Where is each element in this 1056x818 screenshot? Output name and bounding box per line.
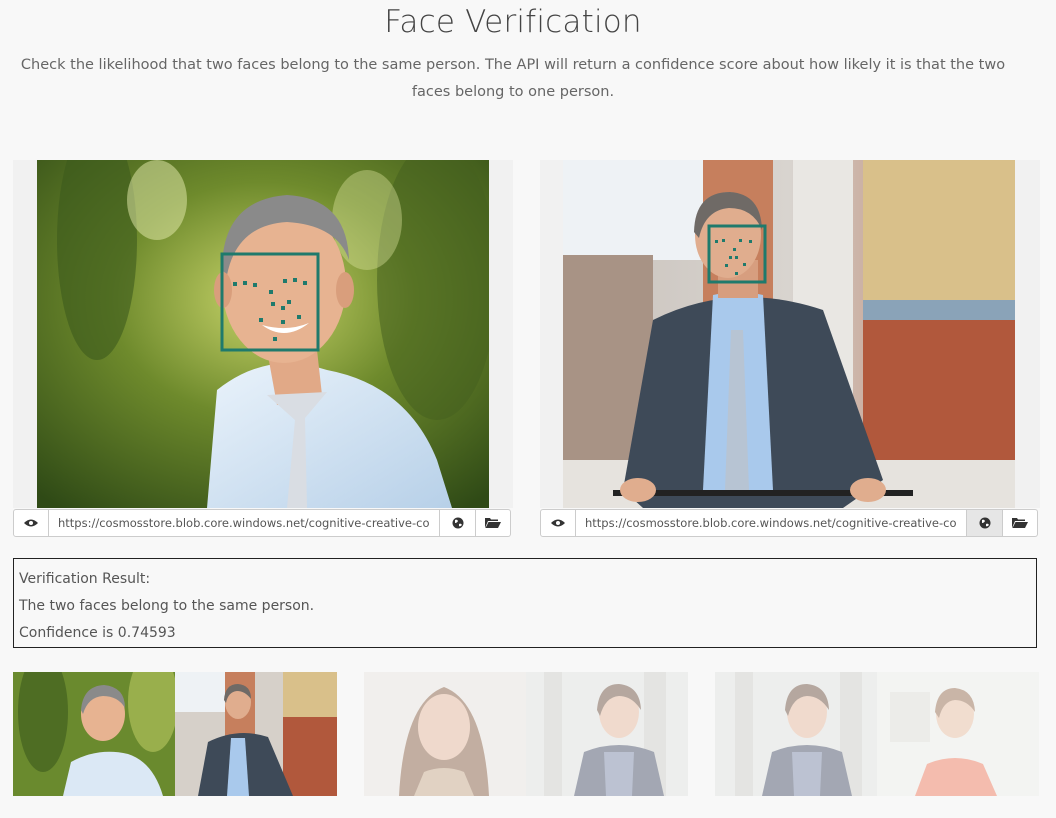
face-image-panel-1[interactable] <box>13 160 513 508</box>
image-url-input-2[interactable] <box>576 509 967 537</box>
globe-icon[interactable] <box>440 509 476 537</box>
face-photo-1 <box>37 160 489 508</box>
result-confidence: Confidence is 0.74593 <box>19 625 176 641</box>
eye-icon[interactable] <box>13 509 49 537</box>
image-url-bar-2 <box>540 509 1038 537</box>
page-title: Face Verification <box>384 4 642 40</box>
result-heading: Verification Result: <box>19 571 151 587</box>
folder-open-icon[interactable] <box>1003 509 1038 537</box>
globe-icon[interactable] <box>967 509 1003 537</box>
face-image-panel-2[interactable] <box>540 160 1040 508</box>
folder-open-icon[interactable] <box>476 509 511 537</box>
verification-result-box: Verification Result: The two faces belon… <box>13 558 1037 648</box>
example-pair-2[interactable] <box>364 672 688 796</box>
image-url-input-1[interactable] <box>49 509 440 537</box>
result-message: The two faces belong to the same person. <box>19 598 315 614</box>
image-url-bar-1 <box>13 509 511 537</box>
face-photo-2 <box>563 160 1015 508</box>
eye-icon[interactable] <box>540 509 576 537</box>
example-pair-3[interactable] <box>715 672 1039 796</box>
page-description: Check the likelihood that two faces belo… <box>20 57 1006 100</box>
example-pair-1[interactable] <box>13 672 337 796</box>
